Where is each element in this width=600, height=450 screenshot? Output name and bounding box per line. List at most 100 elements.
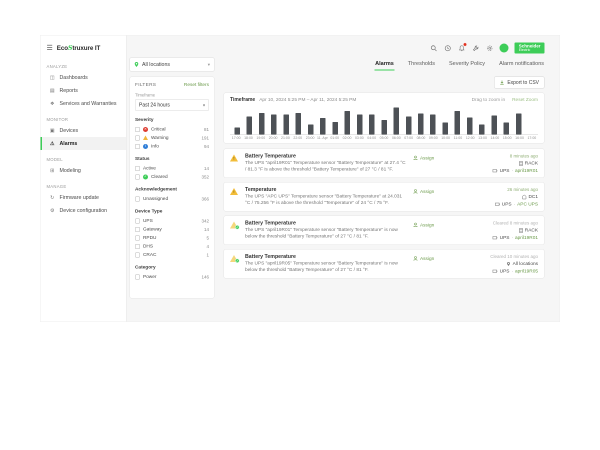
axis-tick-label: 06:00 (390, 137, 402, 141)
checkbox[interactable] (135, 227, 140, 232)
wrench-icon[interactable] (472, 44, 480, 52)
assign-link[interactable]: Assign (413, 256, 434, 262)
alarm-row[interactable]: ! Battery Temperature The UPS "april19R0… (224, 149, 545, 179)
filter-count: 81 (204, 127, 209, 132)
menu-icon[interactable]: ☰ (47, 44, 53, 53)
axis-tick-label: 15:00 (501, 137, 513, 141)
filter-group-device-type: Device Type UPS 342 Gateway 14 (135, 209, 209, 260)
axis-tick-label: 17:00 (526, 137, 538, 141)
assign-link[interactable]: Assign (413, 155, 434, 161)
alarm-location[interactable]: RACK (463, 161, 538, 167)
chart-bar (394, 107, 400, 134)
notifications-bell-icon[interactable] (458, 44, 466, 52)
sidebar-item-firmware-update[interactable]: ↻ Firmware update (41, 191, 127, 204)
filter-label: UPS (143, 218, 153, 224)
reset-filters-link[interactable]: Reset filters (184, 82, 209, 88)
sidebar-item-modeling[interactable]: ⊞ Modeling (41, 164, 127, 177)
chart-bar-slot (317, 106, 329, 135)
alarm-location-label: RACK (525, 161, 538, 167)
axis-tick-label: 17:00 (230, 137, 242, 141)
alarm-row[interactable]: ✓ Battery Temperature The UPS "april19R0… (224, 216, 545, 246)
cleared-check-icon: ✓ (235, 225, 240, 230)
filter-group-header: Status (135, 156, 209, 162)
checkbox[interactable] (135, 252, 140, 257)
tab-alarm-notifications[interactable]: Alarm notifications (499, 59, 545, 71)
sidebar-item-alarms[interactable]: ⚠ Alarms (41, 137, 127, 150)
checkbox[interactable] (135, 244, 140, 249)
alarm-location[interactable]: All locations (463, 261, 538, 267)
history-clock-icon[interactable] (444, 44, 452, 52)
sidebar-item-devices[interactable]: ▣ Devices (41, 124, 127, 137)
sidebar-item-label: Modeling (60, 168, 81, 174)
alarm-row[interactable]: ! Temperature The UPS "APC UPS" Temperat… (224, 182, 545, 212)
alarm-location-label: RACK (525, 228, 538, 234)
chart-bar-slot (243, 106, 255, 135)
chart-bar-slot (476, 106, 488, 135)
settings-gear-icon[interactable] (486, 44, 494, 52)
device-link[interactable]: april19R05 (515, 269, 538, 275)
sidebar-item-reports[interactable]: ▤ Reports (41, 84, 127, 97)
filter-count: 1 (206, 252, 209, 257)
device-link[interactable]: april19R01 (515, 168, 538, 174)
sidebar-item-dashboards[interactable]: ◫ Dashboards (41, 71, 127, 84)
alarm-time: 8 minutes ago (463, 154, 538, 159)
tab-severity-policy[interactable]: Severity Policy (448, 59, 485, 71)
sidebar-item-device-configuration[interactable]: ⚙ Device configuration (41, 204, 127, 217)
filter-group-header: Severity (135, 117, 209, 123)
alarm-location[interactable]: RACK (463, 228, 538, 234)
alarm-title[interactable]: Battery Temperature (245, 220, 408, 226)
filter-label: Active (143, 166, 156, 172)
chart-bar-slot (341, 106, 353, 135)
assign-link[interactable]: Assign (413, 222, 434, 228)
axis-tick-label: 23:00 (304, 137, 316, 141)
alarm-histogram-chart[interactable] (230, 106, 538, 135)
tab-alarms[interactable]: Alarms (375, 59, 395, 71)
device-link[interactable]: april19R01 (515, 235, 538, 241)
cleared-check-icon: ✓ (235, 259, 240, 264)
user-avatar[interactable] (500, 44, 509, 53)
axis-tick-label: 11. Apr (316, 137, 328, 141)
device-link[interactable]: APC UPS (517, 202, 538, 208)
sidebar-item-label: Devices (60, 128, 79, 134)
warning-icon (143, 136, 148, 141)
alarm-title[interactable]: Temperature (245, 187, 408, 193)
sidebar-item-services-warranties[interactable]: ❖ Services and Warranties (41, 97, 127, 110)
location-selector[interactable]: All locations ▾ (130, 58, 215, 72)
timeframe-select[interactable]: Past 24 hours ▾ (135, 99, 209, 111)
alarm-title[interactable]: Battery Temperature (245, 153, 408, 159)
axis-tick-label: 12:00 (464, 137, 476, 141)
alarm-row[interactable]: ✓ Battery Temperature The UPS "april19R0… (224, 249, 545, 279)
sidebar-item-label: Reports (60, 88, 78, 94)
checkbox[interactable] (135, 218, 140, 223)
content-area: FILTERS Reset filters Timeframe Past 24 … (130, 77, 545, 322)
checkbox[interactable] (135, 196, 140, 201)
checkbox[interactable] (135, 174, 140, 179)
section-header: Manage (41, 180, 127, 191)
sidebar-item-label: Services and Warranties (60, 101, 117, 107)
checkbox[interactable] (135, 235, 140, 240)
chart-bar (345, 111, 351, 135)
alarm-location[interactable]: DC1 (463, 194, 538, 200)
alarm-title[interactable]: Battery Temperature (245, 254, 408, 260)
filter-label: Power (143, 274, 156, 280)
checkbox[interactable] (135, 127, 140, 132)
location-selector-value: All locations (142, 62, 170, 68)
chart-bar (296, 113, 302, 135)
sidebar-section-model: Model ⊞ Modeling (41, 152, 127, 179)
assign-link[interactable]: Assign (413, 189, 434, 195)
reset-zoom-link[interactable]: Reset Zoom (512, 97, 538, 103)
checkbox[interactable] (135, 274, 140, 279)
alarm-device: UPS · april19R01 (463, 168, 538, 174)
warning-triangle-icon: ! (230, 187, 240, 208)
filter-row-critical: ✕ Critical 81 (135, 125, 209, 134)
checkbox[interactable] (135, 144, 140, 149)
chart-bar-slot (280, 106, 292, 135)
chart-bar-slot (366, 106, 378, 135)
checkbox[interactable] (135, 166, 140, 171)
schneider-electric-logo[interactable]: Schneider Electric (515, 42, 545, 53)
export-csv-button[interactable]: Export to CSV (494, 77, 545, 89)
checkbox[interactable] (135, 135, 140, 140)
axis-tick-label: 22:00 (292, 137, 304, 141)
search-icon[interactable] (430, 44, 438, 52)
tab-thresholds[interactable]: Thresholds (407, 59, 435, 71)
